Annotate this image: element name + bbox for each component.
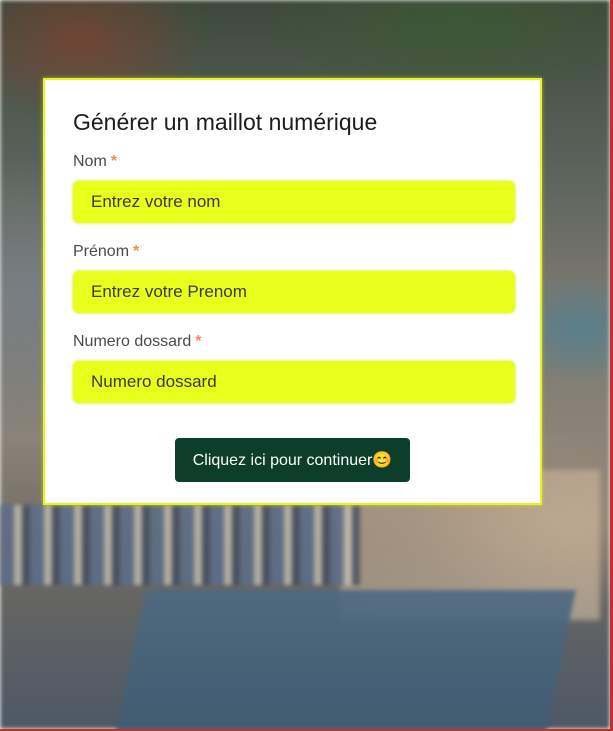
required-asterisk: * <box>133 243 140 260</box>
required-asterisk: * <box>110 153 118 170</box>
dossard-input[interactable] <box>73 361 515 403</box>
background-roof <box>114 590 576 729</box>
dossard-label-text: Numero dossard <box>73 333 192 350</box>
jersey-form-card: Générer un maillot numérique Nom* Prénom… <box>43 78 542 505</box>
background-stands <box>0 505 360 585</box>
nom-field-group: Nom * <box>73 153 515 223</box>
nom-label: Nom * <box>73 153 512 171</box>
prenom-label-text: Prénom <box>73 243 130 260</box>
dossard-label: Numero dossard * <box>73 333 512 351</box>
form-title: Générer un maillot numérique <box>73 109 378 135</box>
required-asterisk: * <box>195 333 202 350</box>
prenom-field-group: Prénom * <box>73 243 515 313</box>
nom-input[interactable] <box>73 181 515 223</box>
continue-button[interactable]: Cliquez ici pour continuer😊 <box>174 438 411 482</box>
dossard-field-group: Numero dossard * <box>73 333 515 403</box>
page-viewport: Générer un maillot numérique Nom* Prénom… <box>0 0 613 731</box>
prenom-input[interactable] <box>73 271 515 313</box>
prenom-label: Prénom * <box>73 243 512 261</box>
nom-label-text: Nom <box>73 153 107 170</box>
